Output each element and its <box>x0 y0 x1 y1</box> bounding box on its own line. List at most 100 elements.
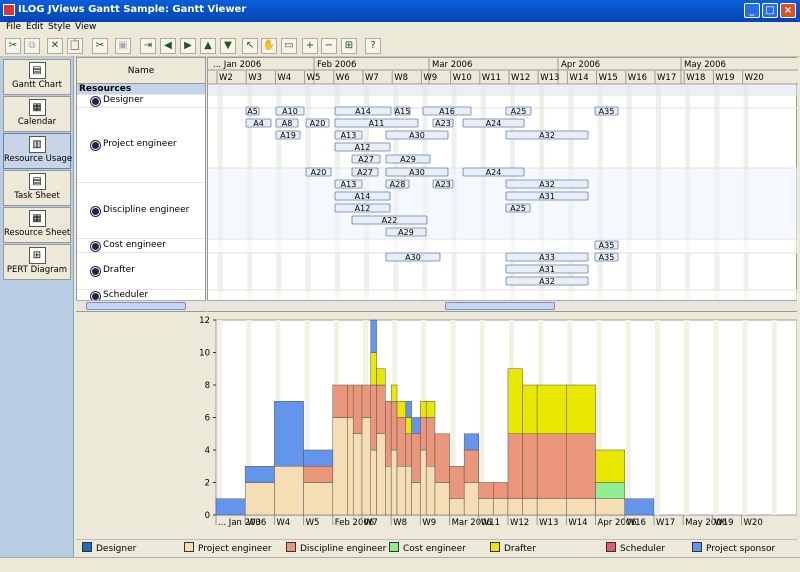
gantt-bar[interactable]: A12 <box>334 142 391 152</box>
gantt-bar[interactable]: A25 <box>505 106 532 116</box>
histogram-segment <box>566 433 596 499</box>
gantt-bar[interactable]: A32 <box>505 179 589 189</box>
scrollbar-thumb[interactable] <box>445 302 555 310</box>
gantt-bar[interactable]: A12 <box>334 203 391 213</box>
gantt-bar[interactable]: A10 <box>275 106 305 116</box>
gantt-bar-label: A25 <box>510 204 526 213</box>
zoom-fit-icon[interactable]: ⊞ <box>341 38 357 54</box>
usage-chart-svg: 024681012... Jan 2006W3 W4 W5 Feb 2006W7 W8 W… <box>199 316 798 528</box>
gantt-bar[interactable]: A13 <box>334 130 363 140</box>
gantt-bar[interactable]: A24 <box>462 167 525 177</box>
arrow-down-icon[interactable]: ▼ <box>220 38 236 54</box>
gantt-bar[interactable]: A20 <box>305 167 332 177</box>
sidebar-item-calendar[interactable]: ▦ Calendar <box>3 96 71 132</box>
copy-link-icon[interactable]: ⧉ <box>24 38 40 54</box>
week-label: W19 <box>715 73 734 83</box>
sidebar-item-resource-usage[interactable]: ▥ Resource Usage <box>3 133 72 169</box>
marquee-icon[interactable]: ▭ <box>281 38 297 54</box>
gantt-bar[interactable]: A35 <box>594 240 619 250</box>
gantt-bar-label: A29 <box>398 228 414 237</box>
gantt-bar[interactable]: A31 <box>505 264 589 274</box>
histogram-segment <box>244 466 275 483</box>
gantt-bar[interactable]: A19 <box>275 130 301 140</box>
histogram-segment <box>425 466 436 516</box>
arrow-up-icon[interactable]: ▲ <box>200 38 216 54</box>
cut-icon[interactable]: ✂ <box>92 38 108 54</box>
gantt-horizontal-scrollbar[interactable] <box>207 300 797 311</box>
gantt-bar[interactable]: A11 <box>334 118 419 128</box>
tree-row-discipline-engineer[interactable]: Discipline engineer <box>77 183 205 239</box>
gantt-bar[interactable]: A4 <box>245 118 272 128</box>
tree-row-designer[interactable]: Designer <box>77 95 205 108</box>
sidebar-item-pert-diagram[interactable]: ⊞ PERT Diagram <box>3 244 71 280</box>
tree-row-cost-engineer[interactable]: Cost engineer <box>77 239 205 253</box>
y-tick-label: 4 <box>205 446 210 456</box>
gantt-bar[interactable]: A31 <box>505 191 589 201</box>
gantt-bar[interactable]: A29 <box>385 227 427 237</box>
tree-row-project-engineer[interactable]: Project engineer <box>77 108 205 183</box>
gantt-bar[interactable]: A29 <box>385 154 431 164</box>
gantt-bar[interactable]: A30 <box>385 167 449 177</box>
menu-file[interactable]: File <box>6 22 21 32</box>
gantt-bar[interactable]: A20 <box>305 118 330 128</box>
gantt-bar[interactable]: A13 <box>334 179 363 189</box>
arrow-left-icon[interactable]: ◀ <box>160 38 176 54</box>
gantt-bar[interactable]: A5 <box>245 106 260 116</box>
gantt-bar[interactable]: A14 <box>334 191 391 201</box>
gantt-bar[interactable]: A30 <box>385 252 441 262</box>
gantt-bar[interactable]: A28 <box>385 179 410 189</box>
maximize-button[interactable]: □ <box>762 3 778 18</box>
paste-disabled-icon[interactable]: ▣ <box>115 38 131 54</box>
legend-item-scheduler: Scheduler <box>606 542 665 554</box>
gantt-bar[interactable]: A27 <box>351 154 381 164</box>
gantt-bar[interactable]: A23 <box>432 118 454 128</box>
task-sheet-icon: ▤ <box>28 173 46 190</box>
close-button[interactable]: × <box>780 3 796 18</box>
sidebar-item-resource-sheet[interactable]: ▦ Resource Sheet <box>3 207 71 243</box>
gantt-bar[interactable]: A23 <box>432 179 454 189</box>
week-label: W4 <box>277 73 291 83</box>
gantt-bar[interactable]: A15 <box>394 106 411 116</box>
gantt-bar[interactable]: A35 <box>594 252 619 262</box>
zoom-out-icon[interactable]: − <box>321 38 337 54</box>
histogram-segment <box>405 417 412 434</box>
delete-icon[interactable]: ✕ <box>47 38 63 54</box>
gantt-bar[interactable]: A30 <box>385 130 449 140</box>
gantt-bar[interactable]: A35 <box>594 106 619 116</box>
tree-root-row[interactable]: Resources <box>77 84 205 95</box>
histogram-segment <box>595 482 625 499</box>
gantt-chart-area[interactable]: ... Jan 2006 Feb 2006 Mar 2006 Apr 2006 May … <box>207 57 798 312</box>
gantt-bar[interactable]: A14 <box>334 106 392 116</box>
gantt-bar[interactable]: A24 <box>462 118 525 128</box>
tree-row-drafter[interactable]: Drafter <box>77 253 205 290</box>
gantt-bar[interactable]: A16 <box>422 106 472 116</box>
tree-row-label: Project engineer <box>103 139 177 149</box>
menu-edit[interactable]: Edit <box>26 22 43 32</box>
histogram-segment <box>405 401 412 418</box>
gantt-bar[interactable]: A25 <box>505 203 531 213</box>
pan-icon[interactable]: ✋ <box>261 38 277 54</box>
zoom-in-icon[interactable]: + <box>302 38 318 54</box>
minimize-button[interactable]: _ <box>744 3 760 18</box>
sidebar-item-gantt-chart[interactable]: ▤ Gantt Chart <box>3 59 71 95</box>
arrow-right-icon[interactable]: ▶ <box>180 38 196 54</box>
menu-view[interactable]: View <box>75 22 96 32</box>
paste-icon[interactable]: 📋 <box>67 38 83 54</box>
gantt-bar[interactable]: A22 <box>351 215 428 225</box>
gantt-bar[interactable]: A33 <box>505 252 589 262</box>
help-icon[interactable]: ? <box>365 38 381 54</box>
indent-icon[interactable]: ⇥ <box>140 38 156 54</box>
person-icon <box>91 141 100 150</box>
tree-horizontal-scrollbar[interactable] <box>76 300 206 311</box>
gantt-bar[interactable]: A32 <box>505 276 589 286</box>
menu-style[interactable]: Style <box>48 22 71 32</box>
cut-link-icon[interactable]: ✂ <box>5 38 21 54</box>
gantt-bar[interactable]: A32 <box>505 130 589 140</box>
sidebar-item-task-sheet[interactable]: ▤ Task Sheet <box>3 170 71 206</box>
gantt-bar[interactable]: A27 <box>351 167 379 177</box>
select-icon[interactable]: ↖ <box>242 38 258 54</box>
scrollbar-thumb[interactable] <box>86 302 186 310</box>
gantt-svg: ... Jan 2006 Feb 2006 Mar 2006 Apr 2006 May … <box>208 58 798 301</box>
name-column-header[interactable]: Name <box>77 58 205 84</box>
gantt-bar[interactable]: A8 <box>275 118 299 128</box>
